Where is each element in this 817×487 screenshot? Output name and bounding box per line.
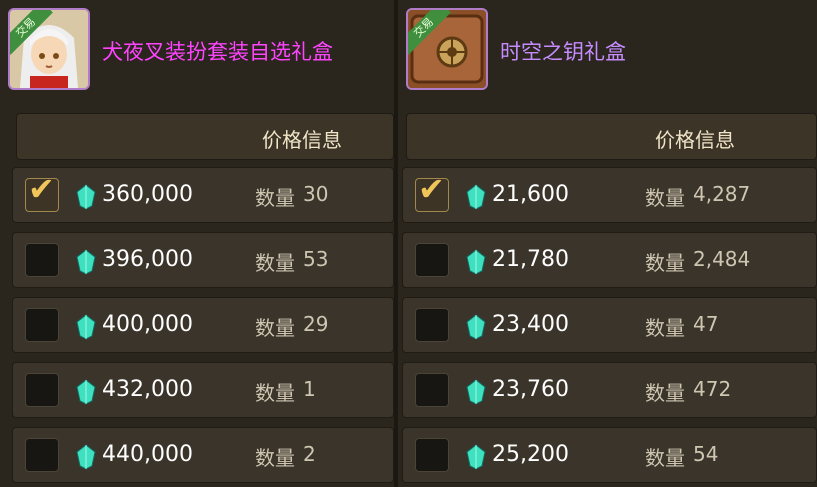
select-checkbox[interactable]: ✔: [415, 173, 449, 212]
price: 23,400: [492, 312, 569, 337]
quantity-label: 数量: [255, 186, 295, 210]
quantity-label: 数量: [255, 316, 295, 340]
gem-icon: [466, 314, 486, 340]
quantity-label: 数量: [645, 316, 685, 340]
select-checkbox[interactable]: [25, 243, 59, 277]
price: 400,000: [102, 312, 193, 337]
price: 432,000: [102, 377, 193, 402]
quantity-label: 数量: [645, 446, 685, 470]
quantity-value: 47: [693, 312, 719, 336]
price: 396,000: [102, 247, 193, 272]
quantity-value: 1: [303, 377, 316, 401]
item-header: 交易 时空之钥礼盒: [398, 0, 817, 100]
select-checkbox[interactable]: [25, 373, 59, 407]
quantity-value: 2,484: [693, 247, 751, 271]
item-title: 时空之钥礼盒: [500, 40, 626, 64]
listing-row[interactable]: 432,000 数量 1: [12, 362, 394, 418]
listing-row[interactable]: 396,000 数量 53: [12, 232, 394, 288]
listing-row[interactable]: 23,760 数量 472: [402, 362, 817, 418]
select-checkbox[interactable]: [25, 438, 59, 472]
quantity-value: 472: [693, 377, 732, 401]
price-info-label: 价格信息: [655, 128, 735, 152]
price: 440,000: [102, 442, 193, 467]
listing-row[interactable]: 21,780 数量 2,484: [402, 232, 817, 288]
select-checkbox[interactable]: [415, 438, 449, 472]
quantity-value: 2: [303, 442, 316, 466]
price-info-label: 价格信息: [262, 128, 342, 152]
quantity-label: 数量: [255, 446, 295, 470]
listing-row[interactable]: 23,400 数量 47: [402, 297, 817, 353]
select-checkbox[interactable]: [415, 308, 449, 342]
gem-icon: [76, 314, 96, 340]
gem-icon: [466, 444, 486, 470]
gem-icon: [76, 379, 96, 405]
price: 21,780: [492, 247, 569, 272]
gift-box-icon[interactable]: 交易: [406, 8, 488, 90]
item-header: 交易 犬夜叉装扮套装自选礼盒: [0, 0, 394, 100]
quantity-label: 数量: [645, 186, 685, 210]
price: 25,200: [492, 442, 569, 467]
right-item-panel: 交易 时空之钥礼盒 价格信息 ✔ 21,600 数量 4,287 21,780 …: [398, 0, 817, 487]
inuyasha-avatar-icon[interactable]: 交易: [8, 8, 90, 90]
quantity-value: 30: [303, 182, 329, 206]
price-info-header: 价格信息: [16, 113, 394, 160]
item-title: 犬夜叉装扮套装自选礼盒: [102, 40, 333, 64]
listing-row[interactable]: ✔ 360,000 数量 30: [12, 167, 394, 223]
listing-row[interactable]: 440,000 数量 2: [12, 427, 394, 483]
checkmark-icon: ✔: [418, 170, 445, 208]
gem-icon: [76, 249, 96, 275]
gem-icon: [466, 379, 486, 405]
price: 21,600: [492, 182, 569, 207]
select-checkbox[interactable]: [415, 243, 449, 277]
quantity-value: 54: [693, 442, 719, 466]
quantity-label: 数量: [255, 381, 295, 405]
quantity-label: 数量: [255, 251, 295, 275]
quantity-value: 29: [303, 312, 329, 336]
price: 23,760: [492, 377, 569, 402]
quantity-label: 数量: [645, 251, 685, 275]
gem-icon: [76, 444, 96, 470]
listing-row[interactable]: 25,200 数量 54: [402, 427, 817, 483]
gem-icon: [466, 184, 486, 210]
checkmark-icon: ✔: [28, 170, 55, 208]
listing-row[interactable]: 400,000 数量 29: [12, 297, 394, 353]
left-item-panel: 交易 犬夜叉装扮套装自选礼盒 价格信息 ✔ 360,000 数量 30 396,…: [0, 0, 394, 487]
gem-icon: [76, 184, 96, 210]
listing-row[interactable]: ✔ 21,600 数量 4,287: [402, 167, 817, 223]
quantity-value: 4,287: [693, 182, 751, 206]
price-info-header: 价格信息: [406, 113, 817, 160]
quantity-value: 53: [303, 247, 329, 271]
select-checkbox[interactable]: [415, 373, 449, 407]
select-checkbox[interactable]: ✔: [25, 173, 59, 212]
gem-icon: [466, 249, 486, 275]
select-checkbox[interactable]: [25, 308, 59, 342]
price: 360,000: [102, 182, 193, 207]
quantity-label: 数量: [645, 381, 685, 405]
